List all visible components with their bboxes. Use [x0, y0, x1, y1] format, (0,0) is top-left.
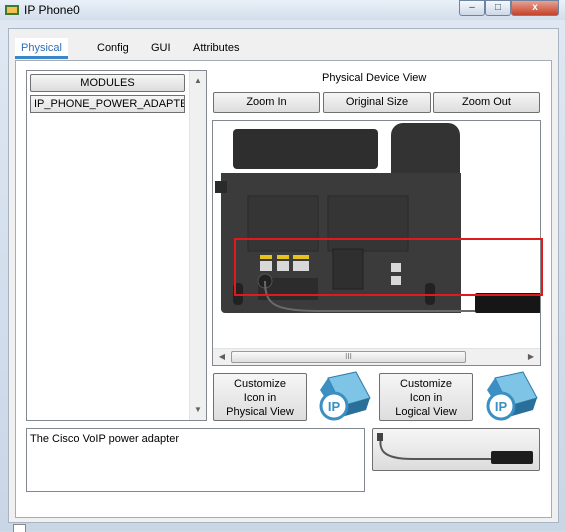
power-adapter-icon	[377, 433, 533, 464]
ip-phone-rear-image	[215, 123, 540, 313]
tab-config[interactable]: Config	[91, 38, 135, 59]
window-title: IP Phone0	[24, 3, 80, 17]
modules-vertical-scrollbar[interactable]: ▲ ▼	[189, 71, 206, 420]
ip-phone-physical-icon: IP	[319, 371, 371, 421]
customize-physical-line-1: Customize	[234, 378, 286, 390]
modules-list: MODULES IP_PHONE_POWER_ADAPTER ▲ ▼	[26, 70, 207, 421]
customize-icon-physical-view-button[interactable]: Customize Icon in Physical View	[213, 373, 307, 421]
original-size-button[interactable]: Original Size	[323, 92, 431, 113]
minimize-icon: –	[469, 2, 475, 13]
customize-icon-logical-view-button[interactable]: Customize Icon in Logical View	[379, 373, 473, 421]
minimize-button[interactable]: –	[459, 0, 485, 16]
close-button[interactable]: x	[511, 0, 559, 16]
device-view-horizontal-scrollbar[interactable]: ◀ III ▶	[213, 348, 540, 365]
scroll-up-icon[interactable]: ▲	[190, 73, 206, 89]
title-bar[interactable]: IP Phone0 – □ x	[0, 0, 565, 20]
module-description-box: The Cisco VoIP power adapter	[26, 428, 365, 492]
ip-phone-logical-icon: IP	[486, 371, 538, 421]
zoom-out-button[interactable]: Zoom Out	[433, 92, 540, 113]
module-item-power-adapter[interactable]: IP_PHONE_POWER_ADAPTER	[30, 95, 185, 113]
app-icon	[5, 5, 19, 15]
tab-attributes[interactable]: Attributes	[187, 38, 245, 59]
ip-text-logical: IP	[495, 399, 508, 414]
tab-gui[interactable]: GUI	[145, 38, 177, 59]
module-description-text: The Cisco VoIP power adapter	[30, 433, 179, 445]
customize-logical-line-1: Customize	[400, 378, 452, 390]
scroll-down-icon[interactable]: ▼	[190, 402, 206, 418]
physical-device-view-title: Physical Device View	[322, 72, 427, 84]
ip-text-physical: IP	[328, 399, 341, 414]
customize-logical-line-2: Icon in	[409, 392, 443, 404]
physical-device-view[interactable]: ◀ III ▶	[212, 120, 541, 366]
power-adapter-module-image-button[interactable]	[372, 428, 540, 471]
dialog-client-area: Physical Config GUI Attributes MODULES I…	[8, 28, 559, 523]
scroll-left-icon[interactable]: ◀	[214, 349, 230, 365]
maximize-button[interactable]: □	[485, 0, 511, 16]
customize-logical-line-3: Logical View	[395, 406, 457, 418]
scroll-right-icon[interactable]: ▶	[523, 349, 539, 365]
close-icon: x	[532, 2, 538, 13]
zoom-in-button[interactable]: Zoom In	[213, 92, 320, 113]
ip-phone-window: IP Phone0 – □ x Physical Config GUI Attr…	[0, 0, 565, 532]
scroll-thumb[interactable]: III	[231, 351, 466, 363]
modules-header-button[interactable]: MODULES	[30, 74, 185, 92]
maximize-icon: □	[494, 2, 502, 13]
customize-physical-line-2: Icon in	[243, 392, 277, 404]
customize-physical-line-3: Physical View	[226, 406, 294, 418]
tab-physical[interactable]: Physical	[15, 38, 68, 59]
physical-tab-panel: MODULES IP_PHONE_POWER_ADAPTER ▲ ▼ Physi…	[15, 60, 552, 518]
